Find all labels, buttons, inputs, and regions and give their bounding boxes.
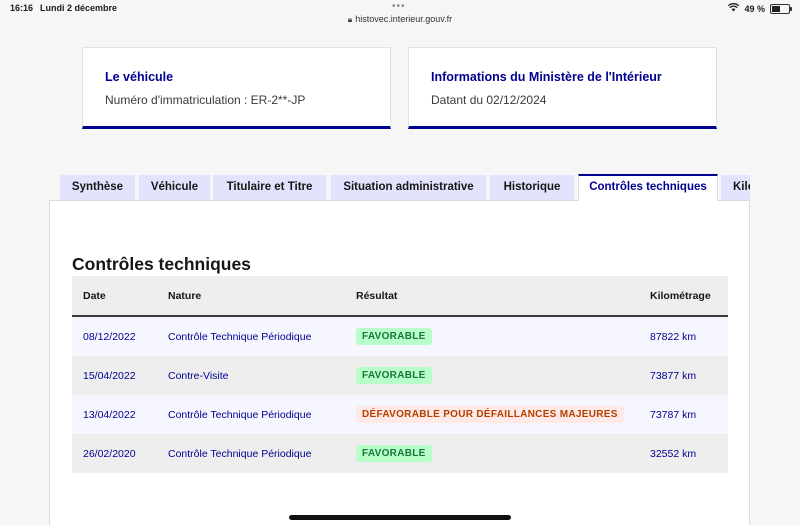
header-result: Résultat bbox=[345, 276, 639, 317]
ministry-info-card: Informations du Ministère de l'Intérieur… bbox=[408, 47, 717, 129]
status-date: Lundi 2 décembre bbox=[40, 3, 118, 13]
tab-bar: Synthèse Véhicule Titulaire et Titre Sit… bbox=[60, 174, 750, 201]
tab-situation-administrative[interactable]: Situation administrative bbox=[331, 175, 486, 201]
header-date: Date bbox=[72, 276, 157, 317]
vehicle-card: Le véhicule Numéro d'immatriculation : E… bbox=[82, 47, 391, 129]
cell-mileage: 32552 km bbox=[650, 447, 697, 460]
status-time: 16:16 bbox=[10, 3, 34, 13]
wifi-icon bbox=[728, 3, 740, 14]
status-badge: DÉFAVORABLE POUR DÉFAILLANCES MAJEURES bbox=[356, 406, 624, 423]
address-bar[interactable]: 🔒︎ histovec.interieur.gouv.fr bbox=[0, 14, 800, 25]
ministry-card-date: Datant du 02/12/2024 bbox=[431, 93, 547, 107]
multitask-dots-icon[interactable]: ••• bbox=[392, 1, 406, 12]
table-header-row: Date Nature Résultat Kilométrage bbox=[72, 276, 728, 317]
header-nature: Nature bbox=[157, 276, 345, 317]
ministry-card-title: Informations du Ministère de l'Intérieur bbox=[431, 70, 662, 84]
tab-vehicule[interactable]: Véhicule bbox=[139, 175, 210, 201]
table-row: 15/04/2022 Contre-Visite FAVORABLE 73877… bbox=[72, 356, 728, 395]
table-row: 13/04/2022 Contrôle Technique Périodique… bbox=[72, 395, 728, 434]
tab-synthese[interactable]: Synthèse bbox=[60, 175, 135, 201]
cell-date: 26/02/2020 bbox=[83, 447, 136, 460]
tab-panel: Contrôles techniques Date Nature Résulta… bbox=[49, 200, 750, 525]
table-row: 08/12/2022 Contrôle Technique Périodique… bbox=[72, 316, 728, 356]
tab-controles-techniques[interactable]: Contrôles techniques bbox=[578, 174, 718, 201]
cell-nature: Contrôle Technique Périodique bbox=[168, 447, 312, 460]
tab-kilometrage[interactable]: Kilo bbox=[721, 175, 750, 201]
tab-historique[interactable]: Historique bbox=[490, 175, 574, 201]
status-badge: FAVORABLE bbox=[356, 328, 432, 345]
cell-nature: Contre-Visite bbox=[168, 369, 229, 382]
battery-icon bbox=[770, 3, 792, 14]
vehicle-card-title: Le véhicule bbox=[105, 70, 174, 84]
cell-nature: Contrôle Technique Périodique bbox=[168, 330, 312, 343]
status-badge: FAVORABLE bbox=[356, 367, 432, 384]
status-right: 49 % bbox=[728, 3, 792, 14]
inspections-table: Date Nature Résultat Kilométrage 08/12/2… bbox=[72, 276, 728, 473]
address-url: histovec.interieur.gouv.fr bbox=[355, 14, 453, 24]
battery-percent: 49 % bbox=[744, 3, 765, 14]
cell-nature: Contrôle Technique Périodique bbox=[168, 408, 312, 421]
cell-date: 08/12/2022 bbox=[83, 330, 136, 343]
vehicle-card-plate: Numéro d'immatriculation : ER-2**-JP bbox=[105, 93, 306, 107]
cell-result: DÉFAVORABLE POUR DÉFAILLANCES MAJEURES bbox=[345, 395, 639, 434]
tab-titulaire-titre[interactable]: Titulaire et Titre bbox=[213, 175, 326, 201]
cell-date: 15/04/2022 bbox=[83, 369, 136, 382]
cell-result: FAVORABLE bbox=[345, 356, 639, 395]
cell-date: 13/04/2022 bbox=[83, 408, 136, 421]
status-badge: FAVORABLE bbox=[356, 445, 432, 462]
section-title: Contrôles techniques bbox=[72, 254, 251, 274]
cell-result: FAVORABLE bbox=[345, 316, 639, 356]
status-bar: 16:16 Lundi 2 décembre ••• 🔒︎ histovec.in… bbox=[0, 0, 800, 30]
home-indicator[interactable] bbox=[289, 515, 511, 520]
cell-mileage: 73877 km bbox=[650, 369, 697, 382]
lock-icon: 🔒︎ bbox=[347, 15, 353, 24]
cell-mileage: 73787 km bbox=[650, 408, 697, 421]
header-mileage: Kilométrage bbox=[639, 276, 728, 317]
cell-mileage: 87822 km bbox=[650, 330, 697, 343]
cell-result: FAVORABLE bbox=[345, 434, 639, 473]
table-row: 26/02/2020 Contrôle Technique Périodique… bbox=[72, 434, 728, 473]
